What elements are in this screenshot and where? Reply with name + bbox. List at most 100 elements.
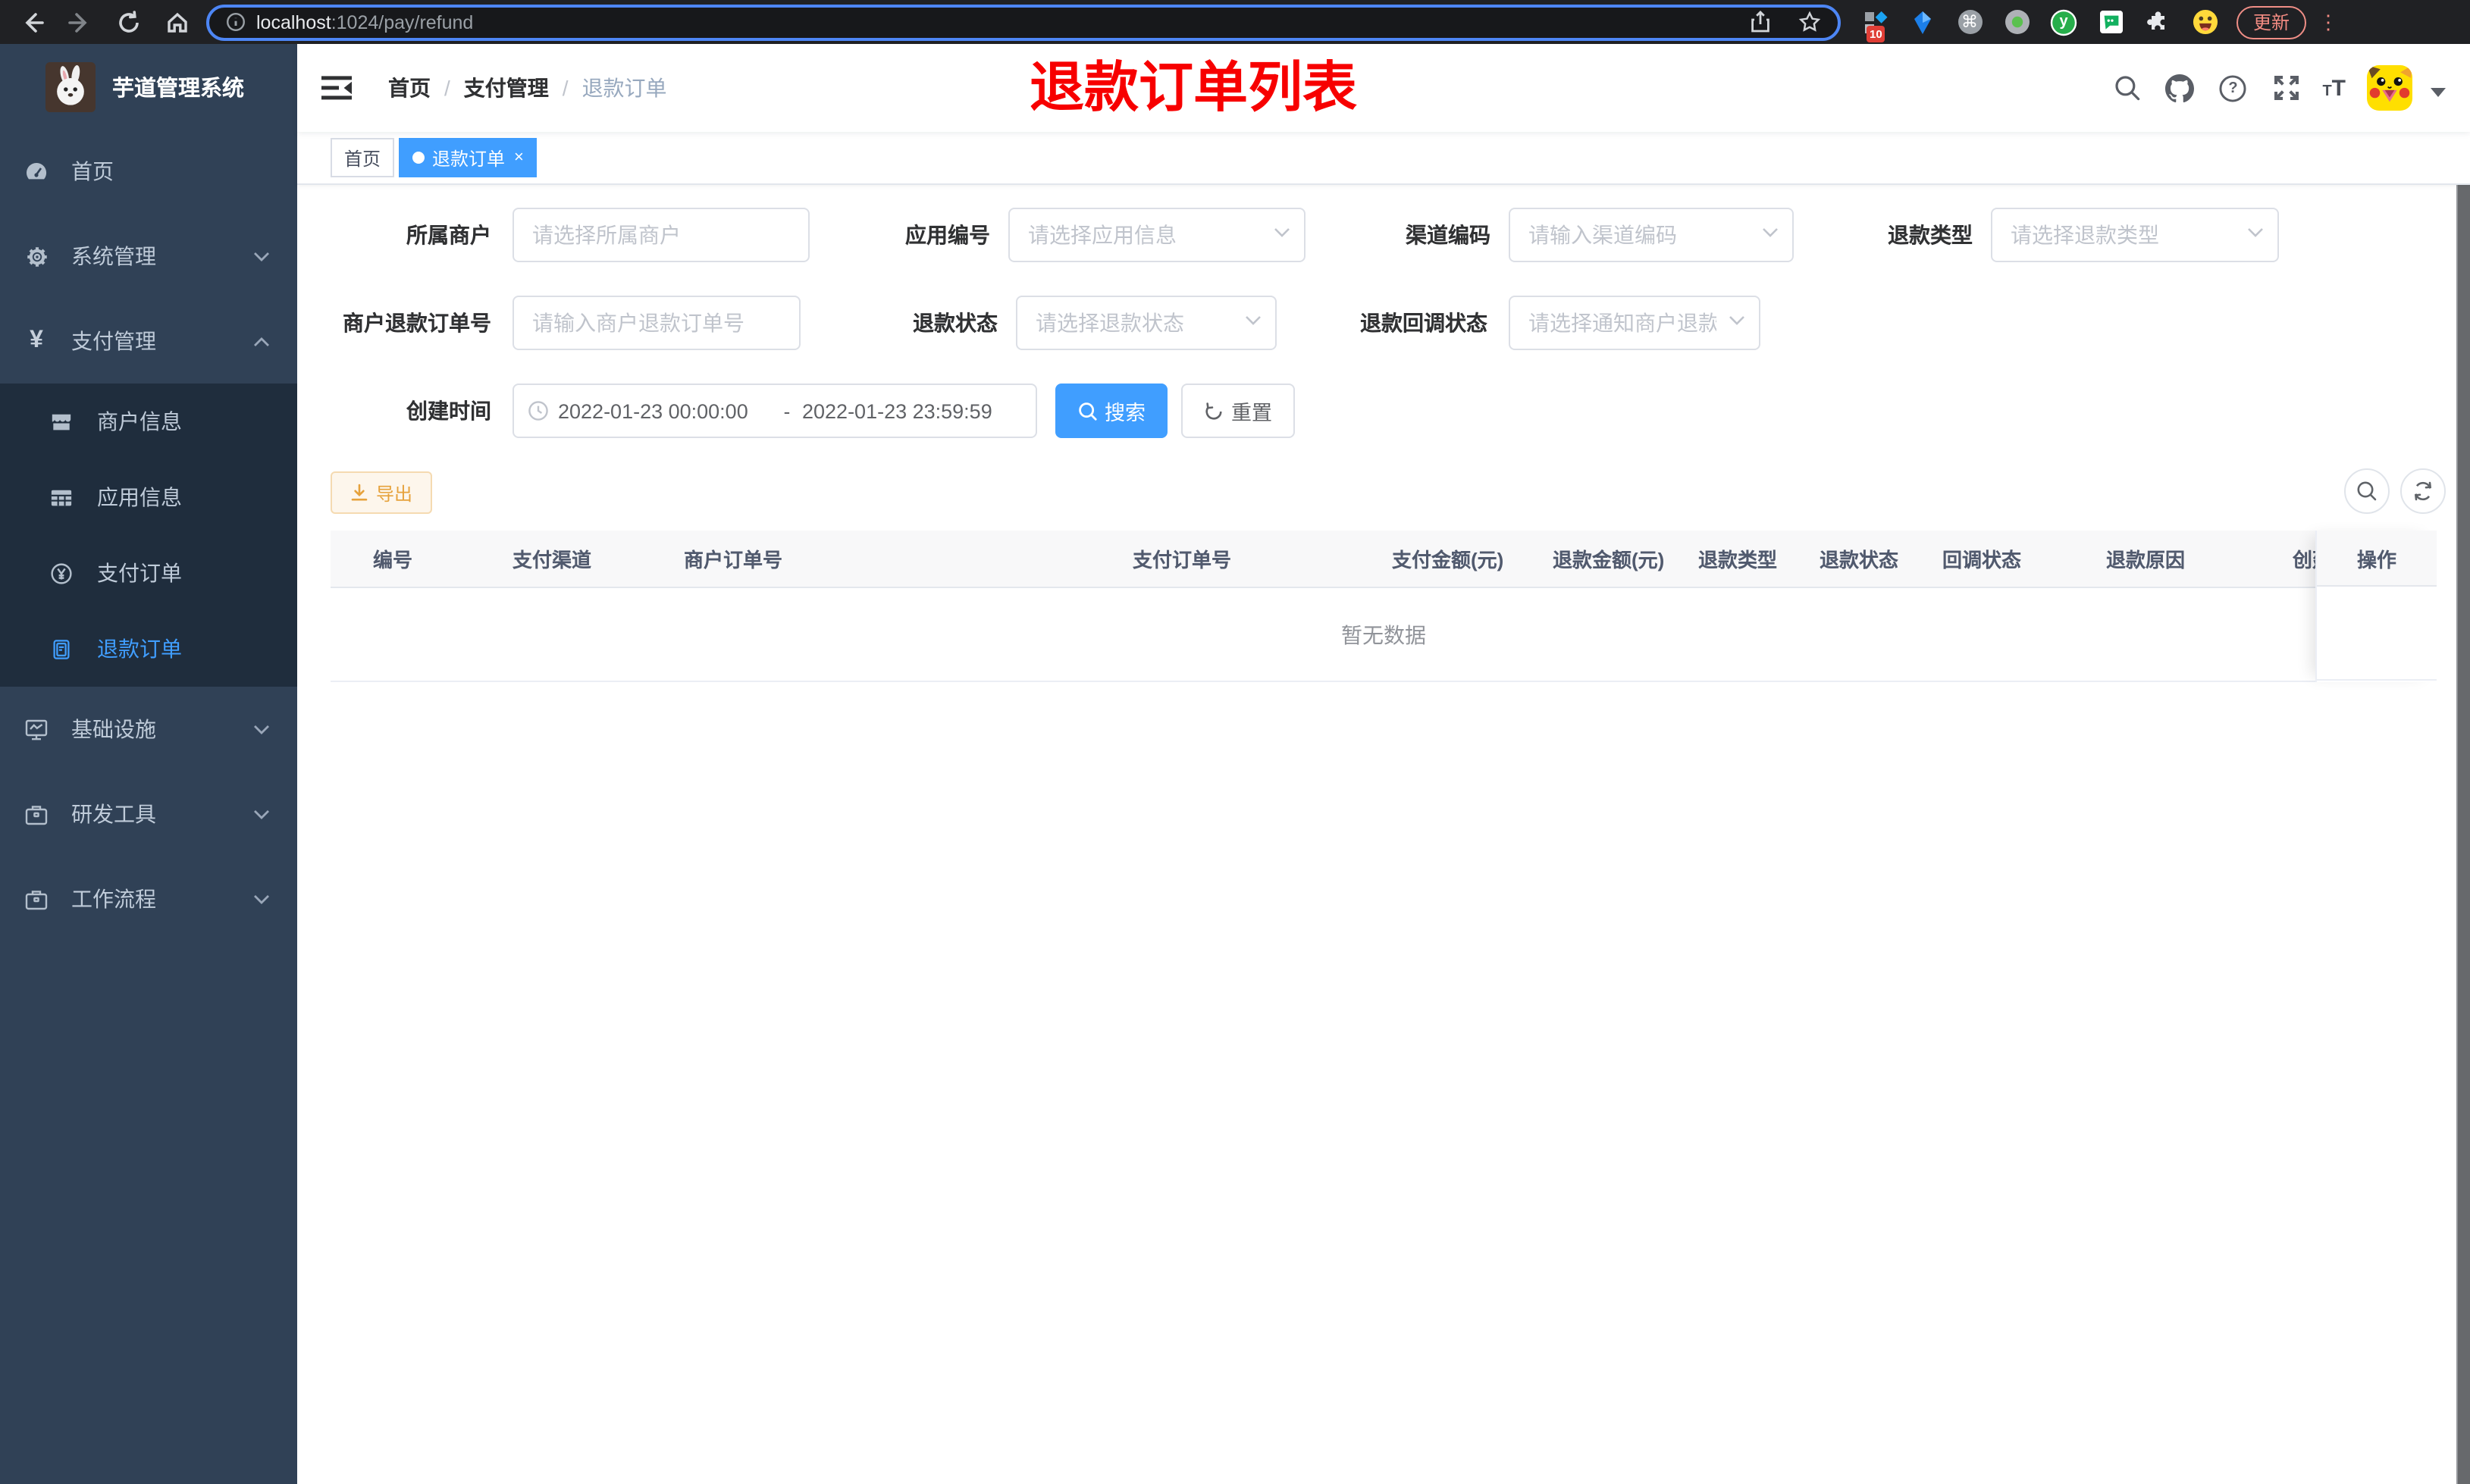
logo-rabbit-image [45, 61, 96, 111]
column-header: 支付订单号 [1133, 549, 1232, 571]
column-header: 退款状态 [1820, 549, 1899, 571]
breadcrumb: 首页 / 支付管理 / 退款订单 [388, 44, 667, 132]
app-title: 芋道管理系统 [112, 77, 244, 101]
refund-type-select[interactable] [1991, 208, 2279, 262]
browser-back-icon[interactable] [18, 8, 45, 36]
breadcrumb-home[interactable]: 首页 [388, 73, 431, 103]
search-button[interactable]: 搜索 [1055, 384, 1168, 438]
column-header: 编号 [373, 549, 413, 571]
extension-emoji-icon[interactable] [2191, 8, 2218, 36]
browser-menu-icon[interactable]: ⋮ [2318, 11, 2338, 31]
share-icon[interactable] [1747, 8, 1774, 36]
empty-placeholder: 暂无数据 [331, 588, 2437, 682]
sidebar-item-devtools[interactable]: 研发工具 [0, 772, 297, 856]
extension-y-icon[interactable]: y [2050, 8, 2077, 36]
bookmark-star-icon[interactable] [1795, 8, 1823, 36]
help-icon[interactable]: ? [2216, 71, 2249, 105]
page-scrollbar[interactable] [2456, 44, 2470, 1484]
sidebar-item-pay-order[interactable]: 支付订单 [0, 535, 297, 611]
operation-empty-cell [2317, 587, 2437, 681]
github-icon[interactable] [2163, 71, 2196, 105]
merchant-label: 所属商户 [406, 223, 491, 247]
sidebar-item-refund-order[interactable]: 退款订单 [0, 611, 297, 687]
yen-circle-icon [50, 562, 73, 584]
sidebar-item-app-info[interactable]: 应用信息 [0, 459, 297, 535]
close-icon[interactable]: × [514, 149, 524, 166]
font-size-icon[interactable]: TT [2322, 75, 2346, 101]
column-header: 商户订单号 [684, 549, 783, 571]
browser-forward-icon[interactable] [67, 8, 94, 36]
browser-reload-icon[interactable] [115, 8, 143, 36]
app-label: 应用编号 [905, 223, 990, 247]
table-header: 编号 支付渠道 商户订单号 支付订单号 支付金额(元) 退款金额(元) 退款类型… [331, 531, 2315, 588]
notify-status-label: 退款回调状态 [1360, 311, 1487, 335]
refund-status-label: 退款状态 [913, 311, 998, 335]
shop-icon [50, 410, 73, 433]
column-header: 退款原因 [2106, 549, 2186, 571]
extension-chat-icon[interactable] [2097, 8, 2124, 36]
page-title-annotation: 退款订单列表 [1030, 56, 1358, 118]
column-header: 支付金额(元) [1392, 549, 1504, 571]
refund-type-label: 退款类型 [1888, 223, 1973, 247]
extension-tiles-icon[interactable]: 10 [1862, 8, 1889, 42]
gear-icon [24, 244, 49, 268]
extension-record-icon[interactable] [2003, 8, 2030, 36]
header-search-icon[interactable] [2110, 71, 2143, 105]
chevron-down-icon [253, 809, 270, 819]
content: 所属商户 应用编号 渠道编码 退款类型 [297, 185, 2470, 1484]
reset-button[interactable]: 重置 [1181, 384, 1295, 438]
merchant-refund-no-label: 商户退款订单号 [343, 311, 491, 335]
browser-chrome: localhost:1024/pay/refund 10 ⌘ y 更新 ⋮ [0, 0, 2470, 44]
date-start-value[interactable]: 2022-01-23 00:00:00 [558, 399, 772, 422]
active-dot [412, 152, 425, 164]
sidebar-item-workflow[interactable]: 工作流程 [0, 856, 297, 941]
dashboard-icon [24, 159, 49, 183]
extension-gem-icon[interactable] [1909, 8, 1936, 36]
caret-down-icon[interactable] [2431, 88, 2446, 97]
tag-refund-order[interactable]: 退款订单 × [399, 138, 538, 177]
refund-status-input[interactable] [1016, 296, 1277, 350]
date-end-value[interactable]: 2022-01-23 23:59:59 [802, 399, 1016, 422]
create-time-range-picker[interactable]: 2022-01-23 00:00:00 - 2022-01-23 23:59:5… [512, 384, 1037, 438]
browser-update-button[interactable]: 更新 [2236, 5, 2307, 39]
channel-label: 渠道编码 [1406, 223, 1490, 247]
avatar[interactable] [2367, 65, 2412, 111]
yen-icon: ¥ [30, 327, 43, 353]
extension-command-icon[interactable]: ⌘ [1956, 8, 1983, 36]
extension-badge: 10 [1867, 25, 1885, 42]
column-header: 支付渠道 [512, 549, 592, 571]
toggle-search-button[interactable] [2344, 468, 2390, 514]
browser-home-icon[interactable] [164, 8, 191, 36]
sidebar-logo[interactable]: 芋道管理系统 [0, 44, 297, 129]
column-header: 回调状态 [1942, 549, 2022, 571]
chevron-down-icon [253, 724, 270, 734]
extensions-puzzle-icon[interactable] [2144, 8, 2171, 36]
column-header: 退款金额(元) [1553, 549, 1665, 571]
notify-status-input[interactable] [1509, 296, 1760, 350]
url-text[interactable]: localhost:1024/pay/refund [256, 11, 1735, 33]
refund-table: 编号 支付渠道 商户订单号 支付订单号 支付金额(元) 退款金额(元) 退款类型… [331, 531, 2437, 682]
notify-status-select[interactable] [1509, 296, 1760, 350]
breadcrumb-pay[interactable]: 支付管理 [464, 73, 549, 103]
create-time-label: 创建时间 [406, 399, 491, 423]
tags-view: 首页 退款订单 × [297, 132, 2470, 185]
refund-doc-icon [50, 637, 73, 660]
refresh-button[interactable] [2400, 468, 2446, 514]
refund-status-select[interactable] [1016, 296, 1277, 350]
fullscreen-icon[interactable] [2269, 71, 2302, 105]
tag-home[interactable]: 首页 [331, 138, 395, 177]
chevron-down-icon [253, 894, 270, 904]
address-bar[interactable]: localhost:1024/pay/refund [206, 4, 1841, 40]
clock-icon [528, 400, 549, 421]
refund-type-input[interactable] [1991, 208, 2279, 262]
column-header: 退款类型 [1698, 549, 1778, 571]
column-header: 创建时间 [2293, 549, 2315, 571]
sidebar-item-home[interactable]: 首页 [0, 129, 297, 214]
breadcrumb-current: 退款订单 [581, 76, 667, 100]
sidebar-item-infra[interactable]: 基础设施 [0, 687, 297, 772]
monitor-chart-icon [24, 717, 49, 741]
column-header-operation: 操作 [2317, 531, 2437, 587]
sidebar-fold-icon[interactable] [321, 74, 352, 102]
export-button[interactable]: 导出 [331, 471, 433, 514]
site-info-icon[interactable] [224, 11, 246, 33]
